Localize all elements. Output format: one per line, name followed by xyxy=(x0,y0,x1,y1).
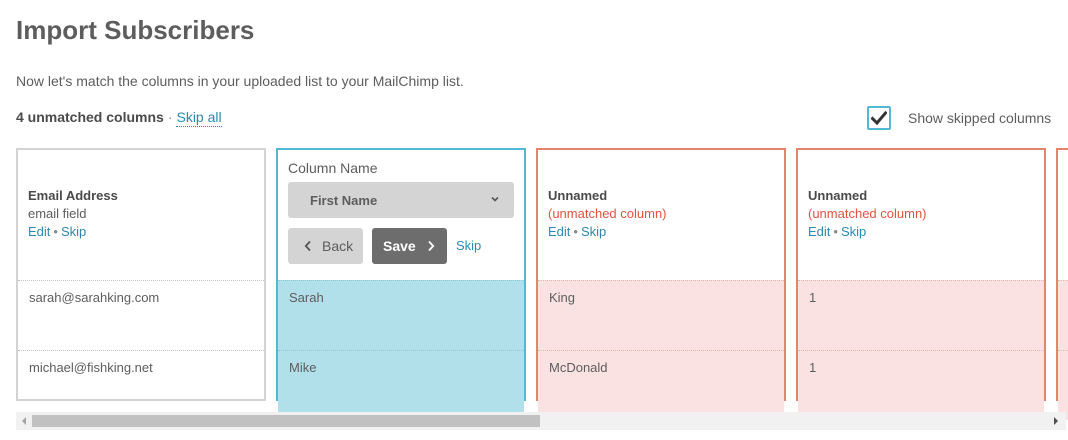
chevron-down-icon xyxy=(491,196,499,202)
table-cell: 1 xyxy=(798,280,1044,350)
column-subtitle: (unmatched column) xyxy=(548,206,667,221)
skip-all-link[interactable]: Skip all xyxy=(176,109,222,127)
edit-link[interactable]: Edit xyxy=(28,224,50,239)
show-skipped-checkbox[interactable] xyxy=(867,106,891,130)
column-name-select[interactable]: First Name xyxy=(288,182,514,218)
column-unmatched: Unnamed (unmatched column) Edit • Skip Kin… xyxy=(536,148,786,420)
table-cell: Sarah xyxy=(278,280,524,350)
column-title: Unnamed xyxy=(808,188,868,203)
table-cell xyxy=(1058,350,1068,420)
link-separator: • xyxy=(833,224,838,239)
table-cell: King xyxy=(538,280,784,350)
table-cell: michael@fishking.net xyxy=(18,350,264,420)
scroll-left-icon[interactable] xyxy=(22,417,26,425)
link-separator: • xyxy=(53,224,58,239)
chevron-left-icon xyxy=(304,240,311,252)
selected-field: First Name xyxy=(310,192,378,208)
save-button-label: Save xyxy=(383,238,416,254)
save-button[interactable]: Save xyxy=(372,228,447,264)
chevron-right-icon xyxy=(428,240,435,252)
column-name-label: Column Name xyxy=(288,160,378,176)
column-subtitle: (unmatched column) xyxy=(808,206,927,221)
horizontal-scrollbar[interactable] xyxy=(16,412,1066,430)
intro-text: Now let's match the columns in your uplo… xyxy=(16,73,464,89)
scroll-right-icon[interactable] xyxy=(1054,417,1058,425)
unmatched-summary: 4 unmatched columns · Skip all xyxy=(16,109,222,127)
column-actions: Edit • Skip xyxy=(28,223,118,241)
column-unmatched: Unnamed (unmatched column) Edit • Skip 1 1 xyxy=(796,148,1046,420)
skip-link[interactable]: Skip xyxy=(581,224,606,239)
column-header: Unnamed (unmatched column) Edit • Skip xyxy=(798,150,1044,280)
back-button[interactable]: Back xyxy=(288,228,363,264)
summary-separator: · xyxy=(167,109,173,125)
table-cell: 1 xyxy=(798,350,1044,420)
page-title: Import Subscribers xyxy=(16,15,255,45)
skip-link[interactable]: Skip xyxy=(456,238,481,253)
link-separator: • xyxy=(573,224,578,239)
column-header: Column Name First Name Back Save Skip xyxy=(278,150,524,280)
column-header: Email Address email field Edit • Skip xyxy=(18,150,264,280)
table-cell: sarah@sarahking.com xyxy=(18,280,264,350)
column-email-address: Email Address email field Edit • Skip sara… xyxy=(16,148,266,401)
skip-link[interactable]: Skip xyxy=(61,224,86,239)
table-cell: McDonald xyxy=(538,350,784,420)
column-header: Unnamed (unmatched column) Edit • Skip xyxy=(538,150,784,280)
column-unmatched-partial xyxy=(1056,148,1068,420)
column-subtitle: email field xyxy=(28,206,87,221)
table-cell: Mike xyxy=(278,350,524,420)
edit-link[interactable]: Edit xyxy=(808,224,830,239)
edit-link[interactable]: Edit xyxy=(548,224,570,239)
skip-link[interactable]: Skip xyxy=(841,224,866,239)
column-editing: Column Name First Name Back Save Skip Sa… xyxy=(276,148,526,420)
column-actions: Edit • Skip xyxy=(548,223,667,241)
column-header xyxy=(1058,150,1068,280)
show-skipped-label: Show skipped columns xyxy=(908,110,1052,126)
scrollbar-thumb[interactable] xyxy=(32,415,540,427)
column-title: Email Address xyxy=(28,188,118,203)
column-actions: Edit • Skip xyxy=(808,223,927,241)
show-skipped-toggle[interactable]: Show skipped columns xyxy=(867,105,1051,131)
back-button-label: Back xyxy=(322,238,354,254)
column-title: Unnamed xyxy=(548,188,608,203)
unmatched-count: 4 unmatched columns xyxy=(16,109,164,125)
checkmark-icon xyxy=(871,111,887,125)
table-cell xyxy=(1058,280,1068,350)
